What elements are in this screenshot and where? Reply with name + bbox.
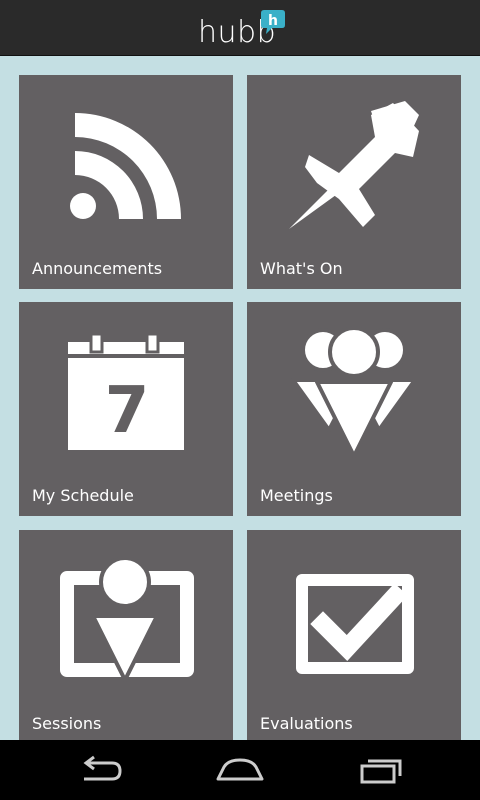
home-icon[interactable] bbox=[210, 754, 270, 786]
recent-apps-icon[interactable] bbox=[352, 754, 412, 786]
calendar-icon: 7 bbox=[68, 332, 184, 450]
tile-whats-on[interactable]: What's On bbox=[247, 75, 461, 289]
tile-label: Sessions bbox=[32, 714, 102, 733]
svg-text:7: 7 bbox=[105, 374, 150, 448]
people-icon bbox=[291, 326, 417, 458]
tile-my-schedule[interactable]: 7 My Schedule bbox=[19, 302, 233, 516]
dashboard-grid: Announcements What's On 7 My Schedule Me… bbox=[0, 56, 480, 740]
rss-icon bbox=[70, 113, 181, 219]
presenter-icon bbox=[60, 556, 194, 682]
system-navigation-bar bbox=[0, 740, 480, 800]
checkbox-icon bbox=[296, 574, 414, 674]
tile-evaluations[interactable]: Evaluations bbox=[247, 530, 461, 740]
tile-label: My Schedule bbox=[32, 486, 134, 505]
tile-label: Evaluations bbox=[260, 714, 353, 733]
app-header: hubb h bbox=[0, 0, 480, 56]
tile-label: Meetings bbox=[260, 486, 333, 505]
back-icon[interactable] bbox=[70, 754, 130, 786]
tile-sessions[interactable]: Sessions bbox=[19, 530, 233, 740]
tile-label: Announcements bbox=[32, 259, 163, 278]
pushpin-icon bbox=[289, 101, 419, 229]
chat-bubble-icon: h bbox=[261, 10, 285, 34]
svg-text:h: h bbox=[268, 13, 278, 29]
tile-label: What's On bbox=[260, 259, 343, 278]
tile-announcements[interactable]: Announcements bbox=[19, 75, 233, 289]
tile-meetings[interactable]: Meetings bbox=[247, 302, 461, 516]
